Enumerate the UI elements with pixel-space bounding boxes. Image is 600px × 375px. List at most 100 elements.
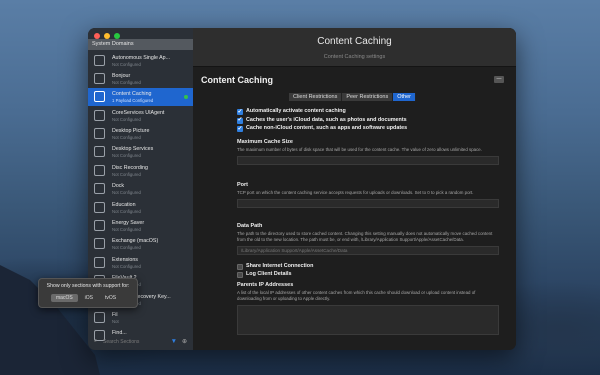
sidebar-item[interactable]: Autonomous Single Ap... Not Configured	[88, 51, 193, 69]
parents-list[interactable]	[237, 304, 499, 335]
sidebar-item[interactable]: CoreServices UIAgent Not Configured	[88, 106, 193, 124]
sidebar-item-label: Dock	[112, 183, 125, 190]
max-cache-desc: The maximum number of bytes of disk spac…	[237, 146, 482, 152]
sidebar-item-status: Not Configured	[112, 153, 141, 159]
sidebar-item-status: Not Configured	[112, 116, 141, 122]
sidebar-item-status: Not Configured	[112, 61, 141, 67]
dock-icon	[94, 183, 105, 195]
core-services-icon	[94, 109, 105, 121]
setting-checkbox[interactable]: Automatically activate content caching	[237, 108, 499, 117]
main-pane: Content Caching Content Caching settings…	[193, 28, 516, 350]
log-client-checkbox[interactable]: Log Client Details	[237, 271, 499, 280]
sidebar-item-label: Find...	[112, 330, 127, 337]
lock-app-icon	[94, 54, 105, 66]
platform-option[interactable]: macOS	[51, 294, 78, 302]
tab[interactable]: Other	[393, 93, 416, 101]
sidebar-item[interactable]: Dock Not Configured	[88, 180, 193, 198]
bonjour-icon	[94, 72, 105, 84]
checkbox-label: Automatically activate content caching	[246, 108, 346, 114]
sidebar-item-label: Fil	[112, 311, 118, 318]
sidebar-item-label: Disc Recording	[112, 164, 148, 171]
setting-checkbox[interactable]: Cache non-iCloud content, such as apps a…	[237, 125, 499, 134]
sidebar-item[interactable]: Education Not Configured	[88, 198, 193, 216]
sidebar-item-label: Education	[112, 201, 136, 208]
window-title: Content Caching	[317, 36, 392, 47]
tab[interactable]: Client Restrictions	[289, 93, 343, 101]
max-cache-field[interactable]	[237, 155, 499, 165]
checkbox-box[interactable]	[237, 125, 243, 132]
checkbox-label: Caches the user's iCloud data, such as p…	[246, 116, 407, 123]
filter-icon[interactable]: ▼	[171, 338, 177, 345]
sidebar-item-status: Not Configured	[112, 263, 141, 269]
sidebar-item[interactable]: Bonjour Not Configured	[88, 69, 193, 87]
collapse-button[interactable]: —	[494, 76, 504, 83]
checkbox-label: Cache non-iCloud content, such as apps a…	[246, 125, 408, 131]
settings-form: Automatically activate content caching Ca…	[237, 108, 499, 335]
search-bar: ⌕ Search Sections ▼ ⊕	[92, 337, 189, 347]
search-icon: ⌕	[94, 338, 98, 344]
sidebar-item[interactable]: Disc Recording Not Configured	[88, 161, 193, 179]
content-caching-icon	[94, 91, 105, 103]
max-cache-title: Maximum Cache Size	[237, 138, 293, 145]
sidebar-item-label: Desktop Picture	[112, 128, 150, 135]
platform-filter-popover: Show only sections with support for: mac…	[38, 278, 138, 308]
platform-option[interactable]: tvOS	[100, 294, 121, 302]
sidebar-item[interactable]: Exchange (macOS) Not Configured	[88, 235, 193, 253]
sidebar-item-label: Energy Saver	[112, 220, 145, 227]
platform-segmented-control: macOS iOS tvOS	[51, 294, 121, 302]
search-input[interactable]: Search Sections	[103, 339, 139, 345]
sidebar-item-label: Extensions	[112, 256, 138, 263]
exchange-icon	[94, 238, 105, 250]
file-icon	[94, 311, 105, 323]
checkbox-label: Log Client Details	[246, 271, 292, 277]
add-icon[interactable]: ⊕	[182, 338, 187, 345]
sidebar-item[interactable]: Content Caching 1 Payload Configured	[88, 87, 193, 107]
tab[interactable]: Peer Restrictions	[342, 93, 394, 101]
sidebar-section-header[interactable]: System Domains	[88, 39, 193, 50]
sidebar-item-label: Content Caching	[112, 91, 152, 98]
sidebar-item[interactable]: Energy Saver Not Configured	[88, 217, 193, 235]
sidebar-item-status: Not Configured	[112, 227, 141, 233]
sidebar-item-status: Not	[112, 318, 119, 324]
app-window: System Domains Autonomous Single Ap... No…	[88, 28, 516, 350]
sidebar-item[interactable]: Extensions Not Configured	[88, 253, 193, 271]
education-icon	[94, 201, 105, 213]
popover-title: Show only sections with support for:	[46, 283, 130, 289]
data-path-desc: The path to the directory used to store …	[237, 230, 493, 242]
window-subtitle: Content Caching settings	[323, 54, 386, 60]
extensions-icon	[94, 256, 105, 268]
tab-bar: Client Restrictions Peer Restrictions Othe…	[289, 93, 416, 101]
sidebar-item[interactable]: Fil Not	[88, 308, 193, 326]
port-field[interactable]	[237, 198, 499, 208]
desktop-picture-icon	[94, 128, 105, 140]
sidebar-item-status: 1 Payload Configured	[112, 98, 154, 104]
checkbox-box[interactable]	[237, 116, 243, 124]
sidebar-item[interactable]: Desktop Services Not Configured	[88, 143, 193, 161]
checkbox-box[interactable]	[237, 108, 243, 115]
platform-option[interactable]: iOS	[80, 294, 98, 302]
share-internet-checkbox[interactable]: Share Internet Connection	[237, 263, 499, 272]
parents-desc: A list of the local IP addresses of othe…	[237, 289, 476, 301]
sidebar-item-status: Not Configured	[112, 171, 141, 177]
sidebar-item-label: Bonjour	[112, 72, 131, 79]
checkbox-label: Share Internet Connection	[246, 262, 314, 269]
checkbox-box[interactable]	[237, 272, 243, 278]
configured-status-dot	[184, 94, 188, 99]
checkbox-group: Automatically activate content caching Ca…	[237, 108, 499, 134]
sidebar-item-status: Not Configured	[112, 79, 141, 85]
port-title: Port	[237, 181, 248, 188]
parents-title: Parents IP Addresses	[237, 281, 294, 288]
sidebar-item[interactable]: Desktop Picture Not Configured	[88, 125, 193, 143]
desktop-services-icon	[94, 146, 105, 158]
checkbox-box[interactable]	[237, 263, 243, 270]
sidebar-item-label: CoreServices UIAgent	[112, 109, 165, 116]
sidebar-item-status: Not Configured	[112, 135, 141, 141]
window-header: Content Caching Content Caching settings	[193, 28, 516, 67]
sidebar-item-status: Not Configured	[112, 208, 141, 214]
sidebar-item-label: Autonomous Single Ap...	[112, 54, 171, 61]
disc-icon	[94, 164, 105, 176]
sidebar-item-status: Not Configured	[112, 190, 141, 196]
data-path-field[interactable]: /Library/Application Support/Apple/Asset…	[237, 245, 499, 255]
setting-checkbox[interactable]: Caches the user's iCloud data, such as p…	[237, 116, 499, 126]
data-path-title: Data Path	[237, 222, 263, 229]
